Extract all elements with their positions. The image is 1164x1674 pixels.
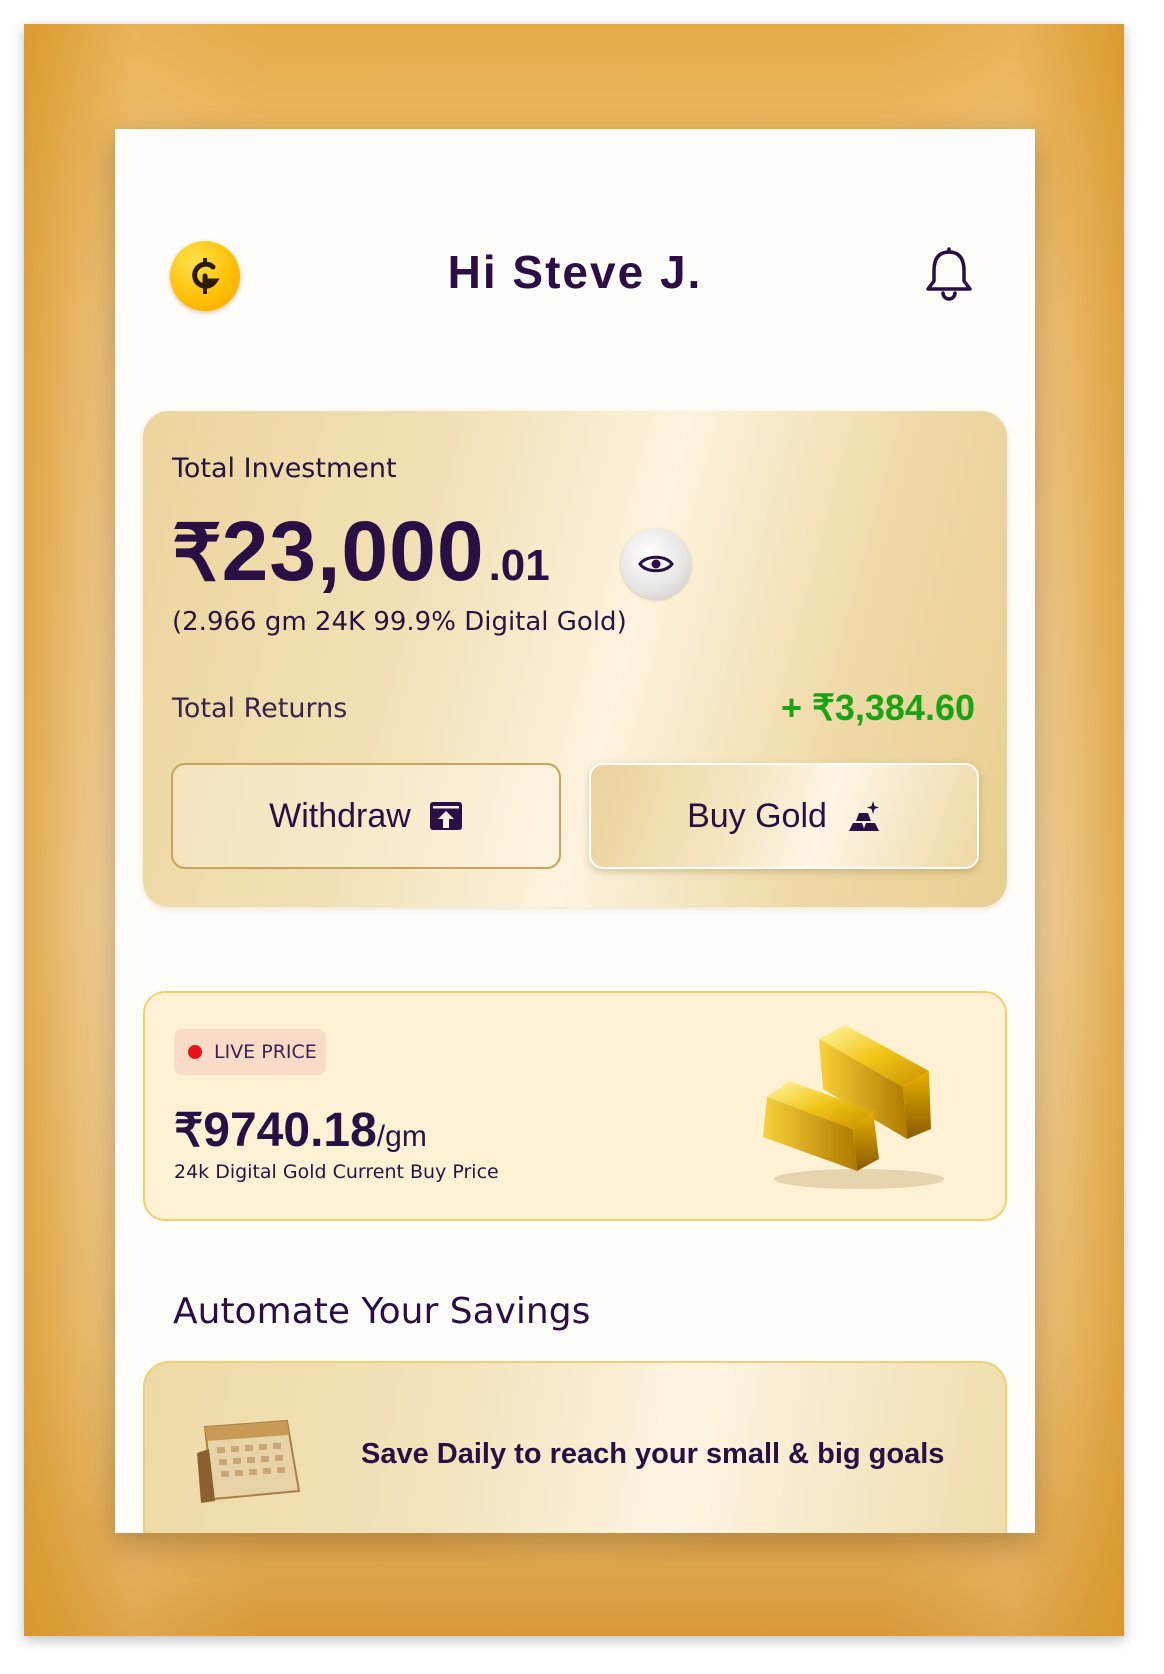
automate-savings-title: Automate Your Savings (173, 1291, 591, 1332)
gold-bars-image (763, 1025, 944, 1189)
calendar-icon (197, 1419, 301, 1503)
total-investment-label: Total Investment (172, 453, 397, 484)
buy-gold-label: Buy Gold (687, 796, 827, 835)
gold-price: ₹9740.18/gm (174, 1103, 427, 1158)
app-screen: Hi Steve J. Total Investment ₹ 23,000 .0… (115, 129, 1035, 1533)
total-returns-value: + ₹3,384.60 (780, 687, 975, 728)
withdraw-label: Withdraw (269, 796, 411, 835)
withdraw-icon (429, 802, 462, 830)
app-header: Hi Steve J. (115, 129, 1035, 429)
buy-gold-button[interactable]: Buy Gold (589, 763, 979, 869)
price-unit: /gm (376, 1120, 427, 1153)
live-indicator-dot (188, 1045, 202, 1059)
live-price-card[interactable]: LIVE PRICE ₹9740.18/gm 24k Digital Gold … (143, 991, 1007, 1221)
eye-icon (638, 555, 674, 573)
toggle-visibility-button[interactable] (621, 529, 691, 599)
currency-symbol: ₹ (172, 509, 222, 597)
gold-holding-text: (2.966 gm 24K 99.9% Digital Gold) (172, 607, 627, 637)
price-value: 9740.18 (203, 1104, 377, 1157)
save-daily-text: Save Daily to reach your small & big goa… (361, 1438, 945, 1470)
greeting-title: Hi Steve J. (447, 246, 703, 298)
investment-card: Total Investment ₹ 23,000 .01 (2.966 gm … (143, 411, 1007, 907)
amount-decimal: .01 (488, 541, 550, 590)
live-price-label: LIVE PRICE (214, 1041, 317, 1063)
bell-icon[interactable] (923, 247, 975, 303)
amount-whole: 23,000 (221, 504, 485, 598)
price-currency-symbol: ₹ (174, 1104, 204, 1156)
gold-bars-sparkle-icon (848, 801, 879, 831)
live-price-badge: LIVE PRICE (174, 1029, 326, 1075)
investment-amount: ₹ 23,000 .01 (172, 503, 550, 600)
save-daily-card[interactable]: Save Daily to reach your small & big goa… (143, 1361, 1007, 1533)
total-returns-label: Total Returns (172, 693, 348, 724)
withdraw-button[interactable]: Withdraw (171, 763, 561, 869)
price-subtitle: 24k Digital Gold Current Buy Price (174, 1161, 499, 1183)
